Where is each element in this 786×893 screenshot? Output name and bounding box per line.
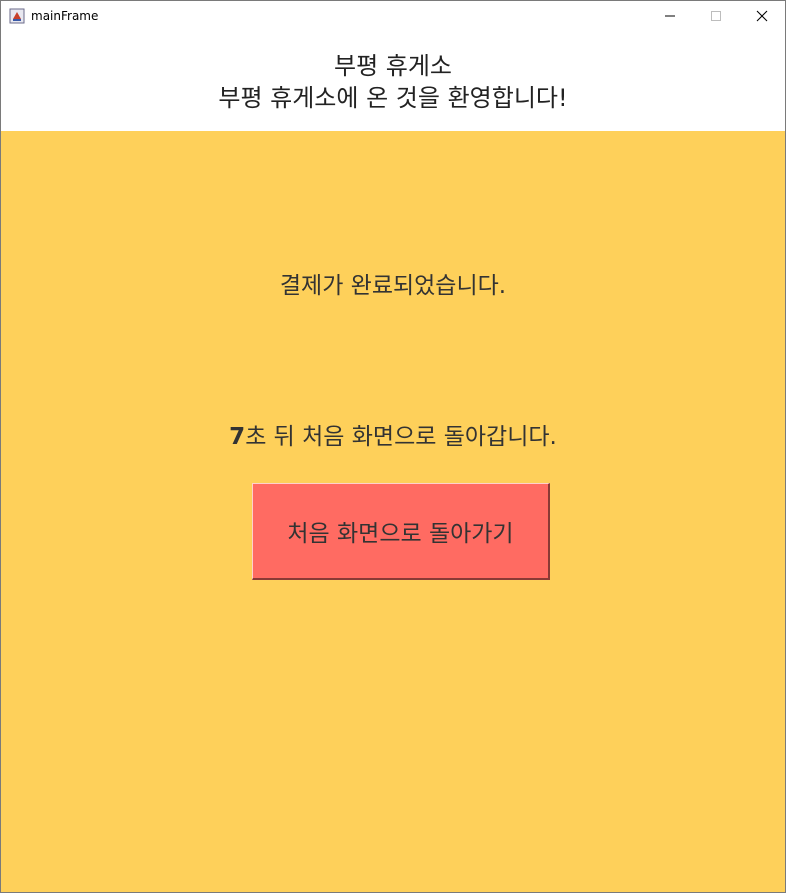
close-icon — [756, 10, 768, 22]
header-panel: 부평 휴게소 부평 휴게소에 온 것을 환영합니다! — [1, 31, 785, 131]
main-window: mainFrame 부평 휴게소 부평 휴게소에 온 것을 환영합니다! 결제가… — [0, 0, 786, 893]
countdown-seconds: 7 — [229, 424, 246, 450]
minimize-icon — [665, 15, 675, 17]
java-app-icon — [9, 8, 25, 24]
return-home-button[interactable]: 처음 화면으로 돌아가기 — [252, 483, 550, 580]
minimize-button[interactable] — [647, 1, 693, 31]
maximize-icon — [711, 11, 721, 21]
countdown-message: 7초 뒤 처음 화면으로 돌아갑니다. — [1, 417, 785, 451]
return-home-button-label: 처음 화면으로 돌아가기 — [287, 521, 514, 547]
header-welcome: 부평 휴게소에 온 것을 환영합니다! — [218, 84, 568, 112]
maximize-button[interactable] — [693, 1, 739, 31]
title-bar[interactable]: mainFrame — [1, 1, 785, 31]
countdown-text: 초 뒤 처음 화면으로 돌아갑니다. — [245, 424, 557, 450]
close-button[interactable] — [739, 1, 785, 31]
window-title: mainFrame — [31, 9, 99, 23]
payment-complete-message: 결제가 완료되었습니다. — [279, 273, 507, 299]
header-title: 부평 휴게소 — [333, 52, 453, 80]
content-panel: 결제가 완료되었습니다. 7초 뒤 처음 화면으로 돌아갑니다. 처음 화면으로… — [1, 131, 785, 892]
